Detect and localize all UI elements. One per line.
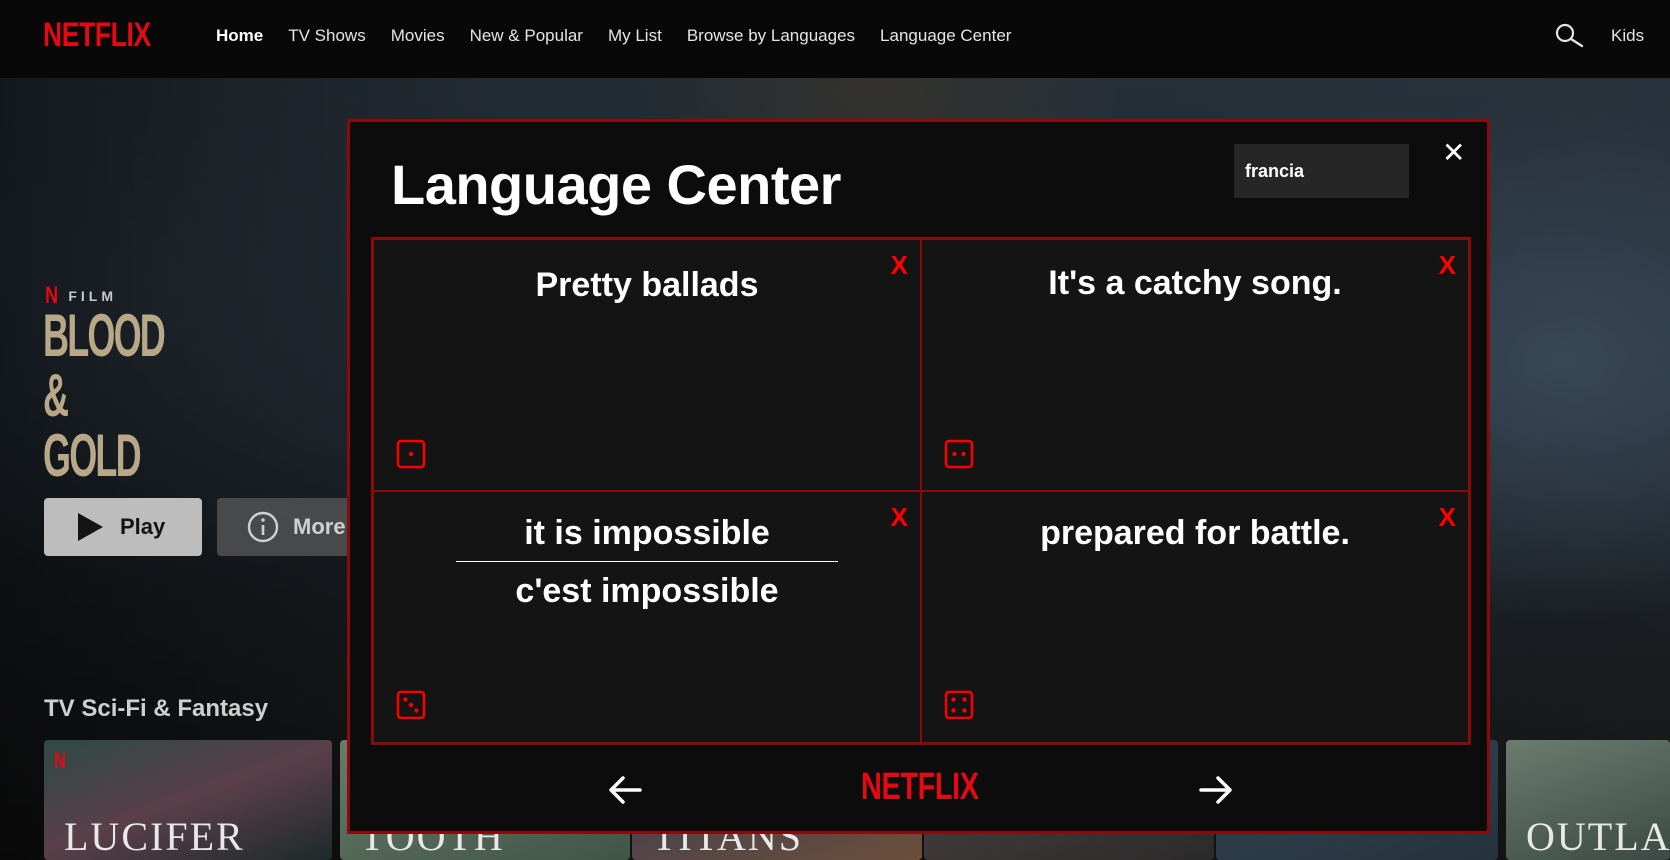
play-button-label: Play [120,514,166,539]
nav-my-list[interactable]: My List [608,26,662,46]
language-center-modal: Language Center ✕ Pretty ballads X It's … [347,119,1490,834]
info-icon [247,511,279,543]
die-one-icon[interactable] [396,439,426,469]
title-logo-line2: & GOLD [43,362,142,489]
title-card-label: OUTLANDER [1526,814,1670,859]
nav-browse-languages[interactable]: Browse by Languages [687,26,855,46]
flashcard-front-text: It's a catchy song. [1048,264,1342,302]
nav-links: Home TV Shows Movies New & Popular My Li… [216,26,1011,46]
top-navigation: NETFLIX Home TV Shows Movies New & Popul… [0,0,1670,78]
nav-home[interactable]: Home [216,26,263,46]
nav-movies[interactable]: Movies [391,26,445,46]
delete-card-button[interactable]: X [1439,502,1456,533]
netflix-n-icon: N [53,748,66,773]
delete-card-button[interactable]: X [891,250,908,281]
die-four-icon[interactable] [944,690,974,720]
flashcard-front-text: prepared for battle. [1040,514,1350,552]
nav-new-popular[interactable]: New & Popular [470,26,583,46]
flashcard-front-text: it is impossible [524,514,770,552]
modal-header: Language Center ✕ [350,122,1487,236]
play-icon [78,513,103,541]
flashcard-back-text: c'est impossible [515,572,779,610]
die-two-icon[interactable] [944,439,974,469]
flashcard-divider [456,561,838,562]
die-three-icon[interactable] [396,690,426,720]
title-card[interactable]: OUTLANDER [1506,740,1670,860]
delete-card-button[interactable]: X [1439,250,1456,281]
row-title: TV Sci-Fi & Fantasy [44,695,269,722]
netflix-logo: NETFLIX [861,766,979,808]
language-input[interactable] [1234,144,1409,198]
close-icon[interactable]: ✕ [1442,136,1465,169]
nav-language-center[interactable]: Language Center [880,26,1011,46]
flashcard[interactable]: It's a catchy song. X [921,239,1469,491]
title-logo: BLOOD & GOLD [43,302,166,489]
title-card[interactable]: N LUCIFER [44,740,332,860]
title-logo-line1: BLOOD [43,302,166,369]
delete-card-button[interactable]: X [891,502,908,533]
flashcard-grid: Pretty ballads X It's a catchy song. X i… [371,237,1471,745]
modal-title: Language Center [391,153,841,216]
arrow-left-icon[interactable] [607,774,643,806]
play-button[interactable]: Play [44,498,202,556]
flashcard[interactable]: prepared for battle. X [921,491,1469,743]
arrow-right-icon[interactable] [1198,774,1234,806]
flashcard[interactable]: Pretty ballads X [373,239,921,491]
nav-kids[interactable]: Kids [1611,26,1644,46]
search-icon[interactable] [1554,23,1584,49]
modal-footer: NETFLIX [350,750,1487,831]
flashcard-front-text: Pretty ballads [535,266,759,304]
title-card-label: LUCIFER [64,814,245,859]
netflix-logo[interactable]: NETFLIX [43,16,151,55]
flashcard[interactable]: it is impossible c'est impossible X [373,491,921,743]
nav-tv-shows[interactable]: TV Shows [288,26,365,46]
